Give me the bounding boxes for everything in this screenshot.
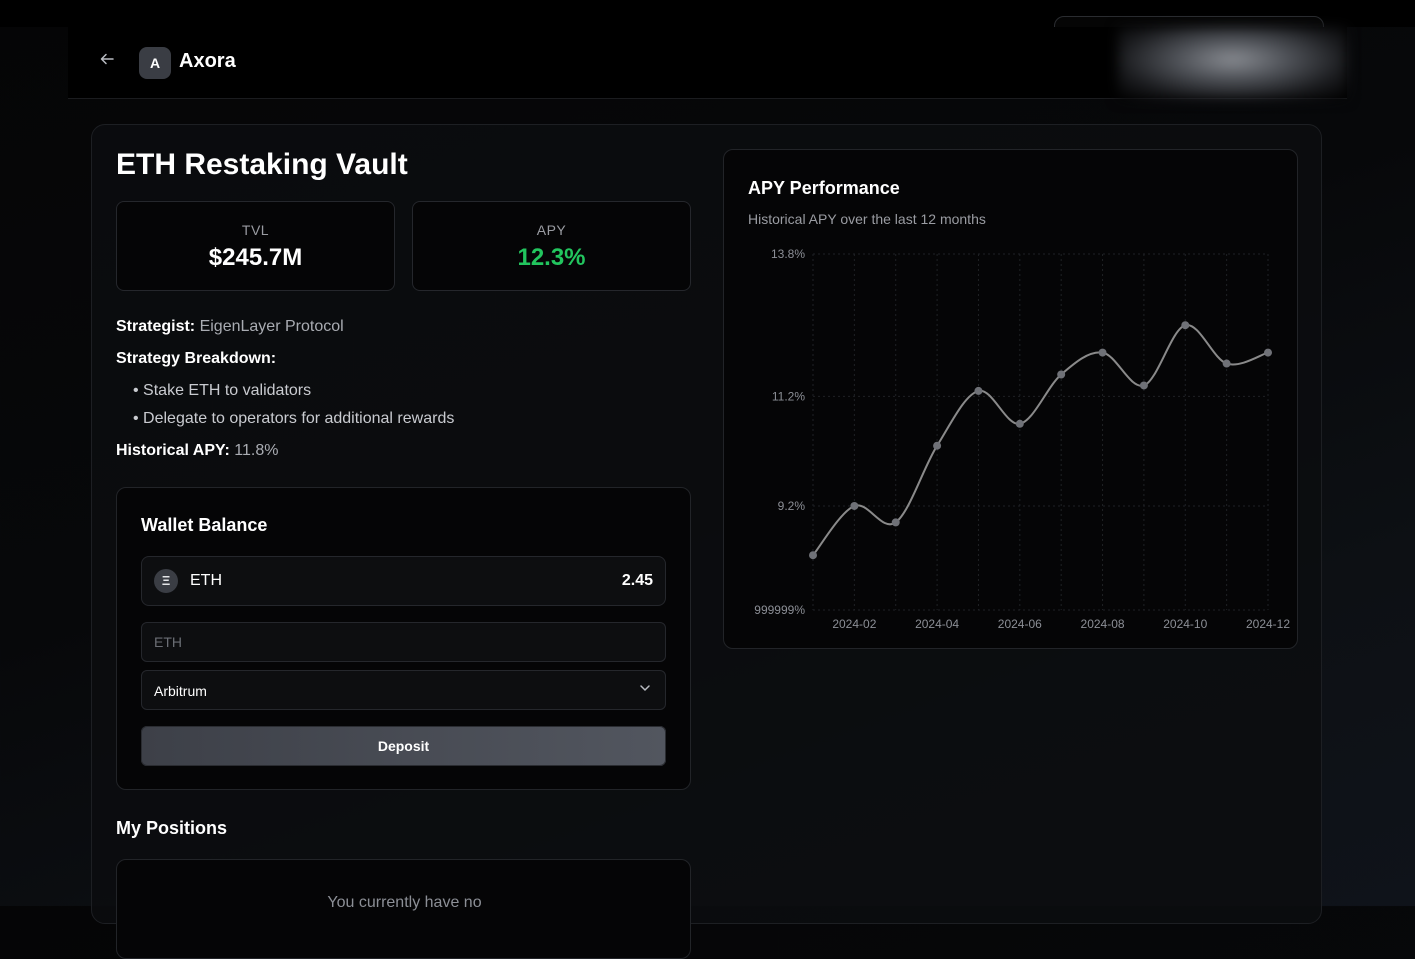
- breakdown-item-text: Delegate to operators for additional rew…: [143, 410, 455, 427]
- apy-data-point: [1098, 348, 1107, 357]
- chain-select-value: Arbitrum: [154, 683, 207, 699]
- tvl-value: $245.7M: [208, 244, 303, 271]
- y-tick-label: 13.8%: [771, 247, 805, 261]
- apy-label: APY: [536, 222, 567, 238]
- chart-title: APY Performance: [748, 178, 900, 198]
- x-tick-label: 2024-08: [1081, 617, 1125, 631]
- page-title: ETH Restaking Vault: [116, 148, 408, 181]
- x-tick-label: 2024-06: [998, 617, 1042, 631]
- strategist-value: EigenLayer Protocol: [199, 318, 344, 335]
- positions-empty-text: You currently have no: [327, 894, 482, 911]
- apy-data-point: [933, 441, 942, 450]
- chain-select[interactable]: Arbitrum: [141, 670, 666, 710]
- apy-series-line: [812, 324, 1269, 556]
- ethereum-icon: Ξ: [154, 569, 178, 593]
- apy-value: 12.3%: [517, 244, 586, 271]
- strategist-line: Strategist: EigenLayer Protocol: [116, 318, 344, 336]
- x-tick-label: 2024-04: [915, 617, 959, 631]
- apy-line-chart: 13.8% 11.2% 9.2% 999999% 2024-02 2024-04 2024-…: [754, 247, 1290, 631]
- positions-title: My Positions: [116, 818, 228, 838]
- historical-apy-line: Historical APY: 11.8%: [116, 442, 278, 460]
- apy-data-point: [974, 386, 983, 395]
- apy-data-point: [1139, 381, 1148, 390]
- breakdown-label-line: Strategy Breakdown:: [116, 350, 276, 368]
- apy-stat-card: APY 12.3%: [412, 201, 691, 291]
- app-header: A Axora: [68, 27, 1347, 99]
- apy-data-point: [1264, 348, 1272, 357]
- wallet-balance-title: Wallet Balance: [141, 515, 268, 535]
- apy-data-point: [1181, 321, 1190, 330]
- chevron-down-icon: [639, 682, 651, 697]
- y-tick-label: 11.2%: [772, 389, 805, 403]
- breakdown-item: • Delegate to operators for additional r…: [133, 410, 455, 427]
- x-tick-label: 2024-02: [832, 617, 876, 631]
- apy-data-point: [891, 518, 900, 527]
- tvl-stat-card: TVL $245.7M: [116, 201, 395, 291]
- positions-card: You currently have no: [116, 859, 691, 959]
- apy-data-point: [850, 501, 859, 510]
- strategist-label: Strategist:: [116, 318, 196, 335]
- asset-row-eth[interactable]: Ξ ETH 2.45: [141, 556, 666, 606]
- breakdown-label: Strategy Breakdown:: [116, 350, 277, 367]
- historical-apy-label: Historical APY:: [116, 442, 230, 459]
- brand-name[interactable]: Axora: [179, 50, 236, 73]
- tvl-label: TVL: [241, 222, 270, 238]
- historical-apy-value: 11.8%: [234, 442, 279, 459]
- breakdown-item-text: Stake ETH to validators: [143, 382, 312, 399]
- arrow-left-icon[interactable]: [96, 51, 118, 73]
- apy-data-point: [1057, 370, 1066, 379]
- breakdown-item: • Stake ETH to validators: [133, 382, 312, 399]
- y-tick-label: 999999%: [754, 603, 805, 617]
- apy-data-point: [1222, 359, 1231, 368]
- y-tick-label: 9.2%: [778, 499, 806, 513]
- apy-data-point: [1015, 419, 1024, 428]
- chart-subtitle: Historical APY over the last 12 months: [748, 211, 986, 227]
- asset-balance: 2.45: [621, 572, 653, 589]
- back-arrow-glyph: [100, 53, 114, 65]
- logo-badge[interactable]: A: [139, 47, 171, 79]
- asset-name: ETH: [190, 572, 222, 589]
- apy-data-point: [809, 551, 817, 560]
- x-tick-label: 2024-12: [1246, 617, 1290, 631]
- deposit-button[interactable]: Deposit: [141, 726, 666, 766]
- x-tick-label: 2024-10: [1163, 617, 1207, 631]
- deposit-amount-input[interactable]: [141, 622, 666, 662]
- wallet-area-blurred: [1118, 27, 1347, 99]
- chevron-glyph: [640, 685, 650, 692]
